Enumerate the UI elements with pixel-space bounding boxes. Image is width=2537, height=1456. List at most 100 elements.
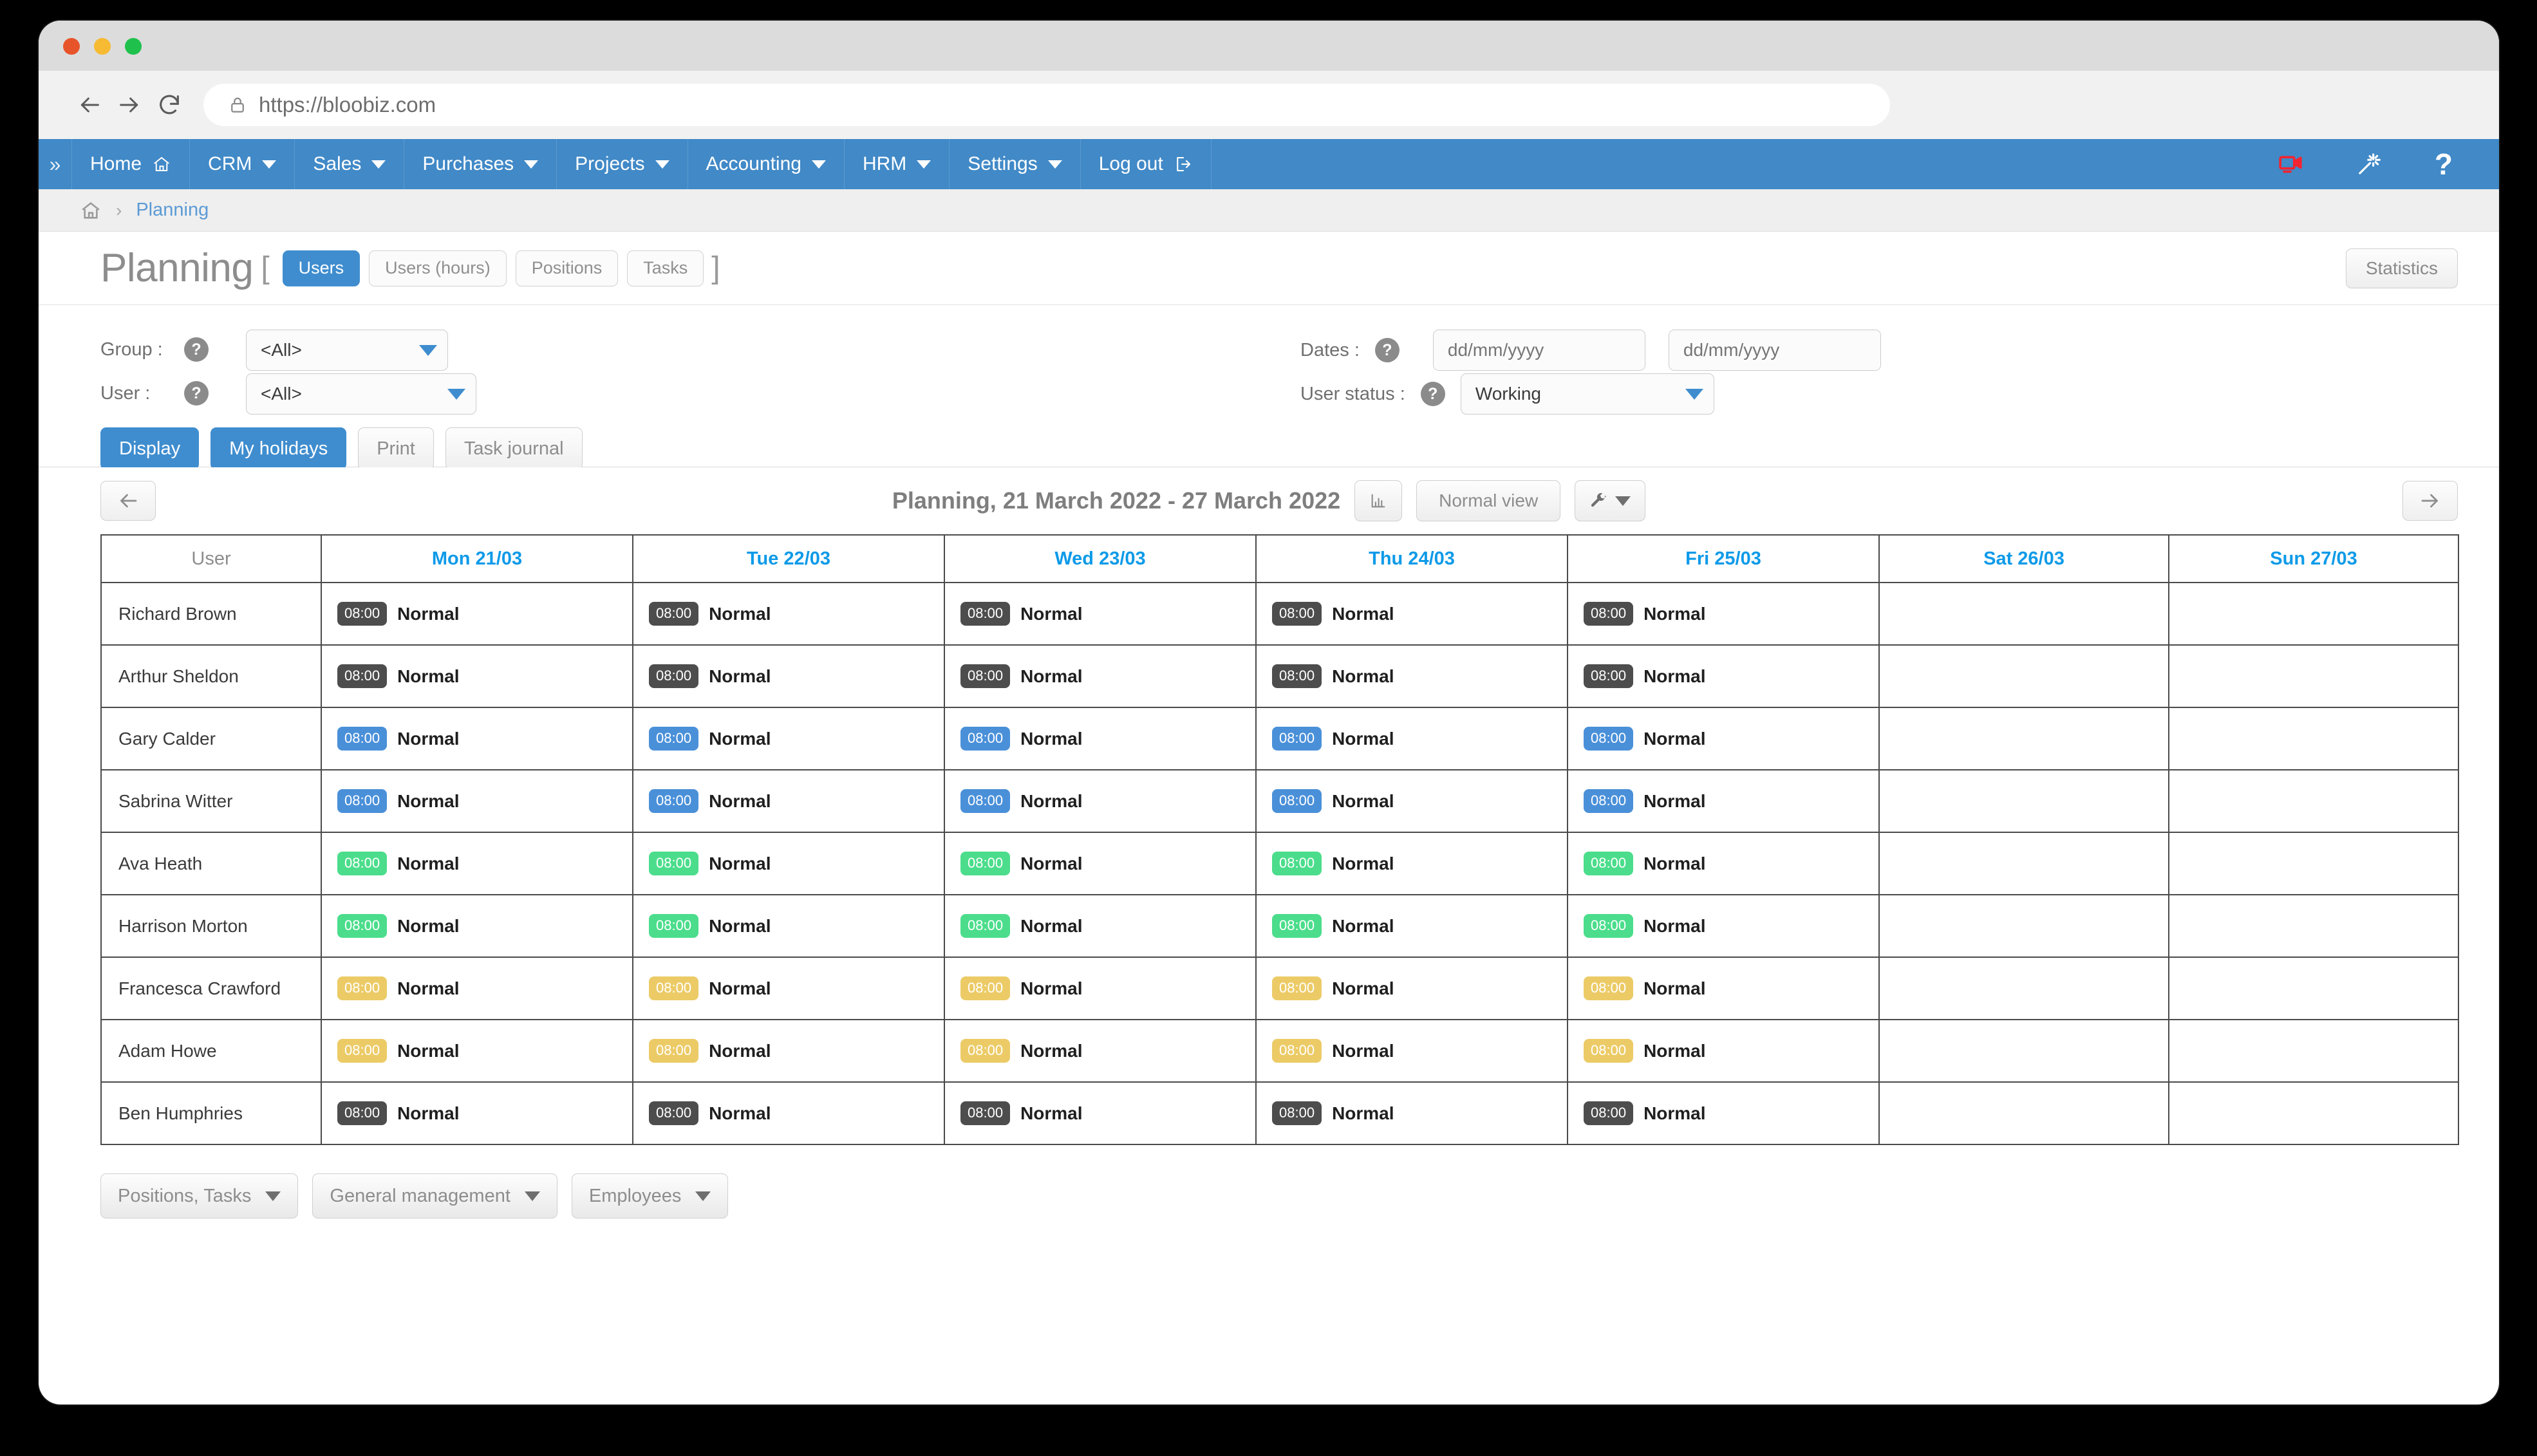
schedule-entry[interactable]: 08:00 Normal xyxy=(649,1101,944,1125)
schedule-cell[interactable]: 08:00 Normal xyxy=(1567,957,1880,1020)
schedule-cell[interactable]: 08:00 Normal xyxy=(1567,832,1880,895)
task-journal-button[interactable]: Task journal xyxy=(445,427,583,470)
schedule-cell[interactable]: 08:00 Normal xyxy=(632,894,945,958)
question-mark-icon[interactable]: ? xyxy=(1420,382,1445,406)
schedule-cell[interactable]: 08:00 Normal xyxy=(321,769,633,833)
question-mark-icon[interactable]: ? xyxy=(1374,338,1400,362)
print-button[interactable]: Print xyxy=(358,427,434,470)
date-from-input[interactable] xyxy=(1433,330,1645,370)
general-management-dropdown[interactable]: General management xyxy=(312,1173,557,1218)
nav-item-settings[interactable]: Settings xyxy=(950,139,1081,189)
schedule-cell[interactable]: 08:00 Normal xyxy=(1255,769,1568,833)
schedule-entry[interactable]: 08:00 Normal xyxy=(1584,1101,1878,1125)
schedule-cell[interactable]: 08:00 Normal xyxy=(321,707,633,770)
schedule-cell[interactable]: 08:00 Normal xyxy=(1255,1019,1568,1083)
nav-item-projects[interactable]: Projects xyxy=(557,139,688,189)
schedule-entry[interactable]: 08:00 Normal xyxy=(960,664,1255,688)
magic-wand-icon[interactable] xyxy=(2356,151,2382,177)
schedule-entry[interactable]: 08:00 Normal xyxy=(337,602,632,626)
schedule-entry[interactable]: 08:00 Normal xyxy=(649,664,944,688)
my-holidays-button[interactable]: My holidays xyxy=(211,427,347,470)
nav-item-hrm[interactable]: HRM xyxy=(845,139,950,189)
schedule-entry[interactable]: 08:00 Normal xyxy=(1584,664,1878,688)
schedule-cell[interactable]: 08:00 Normal xyxy=(1567,894,1880,958)
schedule-entry[interactable]: 08:00 Normal xyxy=(649,789,944,813)
schedule-entry[interactable]: 08:00 Normal xyxy=(1272,789,1567,813)
tab-users-hours[interactable]: Users (hours) xyxy=(369,250,507,286)
breadcrumb-current[interactable]: Planning xyxy=(136,200,209,221)
date-to-input[interactable] xyxy=(1669,330,1880,370)
schedule-cell[interactable]: 08:00 Normal xyxy=(321,832,633,895)
schedule-entry[interactable]: 08:00 Normal xyxy=(1272,914,1567,938)
schedule-entry[interactable]: 08:00 Normal xyxy=(960,727,1255,751)
schedule-entry[interactable]: 08:00 Normal xyxy=(337,1039,632,1063)
schedule-cell[interactable]: 08:00 Normal xyxy=(632,769,945,833)
nav-item-purchases[interactable]: Purchases xyxy=(404,139,557,189)
normal-view-button[interactable]: Normal view xyxy=(1416,480,1561,521)
double-chevron-right-icon[interactable]: » xyxy=(39,139,72,189)
window-minimize-button[interactable] xyxy=(94,38,111,55)
video-camera-icon[interactable] xyxy=(2278,151,2303,177)
schedule-entry[interactable]: 08:00 Normal xyxy=(1584,914,1878,938)
back-arrow-icon[interactable] xyxy=(70,85,109,125)
chart-view-button[interactable] xyxy=(1354,480,1403,521)
schedule-entry[interactable]: 08:00 Normal xyxy=(649,852,944,875)
schedule-cell[interactable]: 08:00 Normal xyxy=(632,1019,945,1083)
statistics-button[interactable]: Statistics xyxy=(2345,248,2458,288)
schedule-cell[interactable]: 08:00 Normal xyxy=(632,582,945,646)
schedule-entry[interactable]: 08:00 Normal xyxy=(960,1101,1255,1125)
tools-dropdown-button[interactable] xyxy=(1575,480,1646,521)
schedule-cell[interactable]: 08:00 Normal xyxy=(944,1019,1257,1083)
address-bar[interactable]: https://bloobiz.com xyxy=(203,84,1890,126)
tab-users[interactable]: Users xyxy=(282,250,360,286)
schedule-cell[interactable]: 08:00 Normal xyxy=(944,582,1257,646)
schedule-entry[interactable]: 08:00 Normal xyxy=(1272,664,1567,688)
schedule-entry[interactable]: 08:00 Normal xyxy=(960,914,1255,938)
schedule-entry[interactable]: 08:00 Normal xyxy=(1584,976,1878,1000)
question-mark-icon[interactable]: ? xyxy=(184,337,209,362)
schedule-entry[interactable]: 08:00 Normal xyxy=(960,852,1255,875)
schedule-entry[interactable]: 08:00 Normal xyxy=(1584,727,1878,751)
schedule-entry[interactable]: 08:00 Normal xyxy=(1272,602,1567,626)
forward-arrow-icon[interactable] xyxy=(109,85,149,125)
schedule-entry[interactable]: 08:00 Normal xyxy=(649,976,944,1000)
schedule-entry[interactable]: 08:00 Normal xyxy=(960,602,1255,626)
schedule-cell[interactable]: 08:00 Normal xyxy=(944,769,1257,833)
schedule-cell[interactable]: 08:00 Normal xyxy=(1255,1081,1568,1145)
schedule-cell[interactable]: 08:00 Normal xyxy=(321,582,633,646)
user-status-select[interactable]: Working xyxy=(1460,373,1714,415)
group-select[interactable]: <All> xyxy=(246,330,448,371)
schedule-cell[interactable]: 08:00 Normal xyxy=(1567,1081,1880,1145)
schedule-cell[interactable]: 08:00 Normal xyxy=(321,894,633,958)
nav-item-accounting[interactable]: Accounting xyxy=(688,139,845,189)
schedule-cell[interactable]: 08:00 Normal xyxy=(944,894,1257,958)
tab-positions[interactable]: Positions xyxy=(515,250,619,286)
schedule-entry[interactable]: 08:00 Normal xyxy=(337,914,632,938)
schedule-cell[interactable]: 08:00 Normal xyxy=(944,707,1257,770)
schedule-entry[interactable]: 08:00 Normal xyxy=(649,602,944,626)
schedule-entry[interactable]: 08:00 Normal xyxy=(1272,852,1567,875)
schedule-entry[interactable]: 08:00 Normal xyxy=(1272,1039,1567,1063)
positions-tasks-dropdown[interactable]: Positions, Tasks xyxy=(100,1173,299,1218)
next-week-button[interactable] xyxy=(2402,481,2458,521)
schedule-entry[interactable]: 08:00 Normal xyxy=(337,789,632,813)
schedule-cell[interactable]: 08:00 Normal xyxy=(632,644,945,708)
window-maximize-button[interactable] xyxy=(125,38,142,55)
nav-item-logout[interactable]: Log out xyxy=(1081,139,1212,189)
schedule-cell[interactable]: 08:00 Normal xyxy=(1255,957,1568,1020)
schedule-cell[interactable]: 08:00 Normal xyxy=(632,707,945,770)
nav-item-crm[interactable]: CRM xyxy=(190,139,295,189)
schedule-entry[interactable]: 08:00 Normal xyxy=(337,1101,632,1125)
user-select[interactable]: <All> xyxy=(246,373,476,415)
schedule-cell[interactable]: 08:00 Normal xyxy=(1567,769,1880,833)
schedule-cell[interactable]: 08:00 Normal xyxy=(1255,582,1568,646)
schedule-entry[interactable]: 08:00 Normal xyxy=(1584,1039,1878,1063)
schedule-entry[interactable]: 08:00 Normal xyxy=(337,976,632,1000)
schedule-entry[interactable]: 08:00 Normal xyxy=(649,727,944,751)
schedule-cell[interactable]: 08:00 Normal xyxy=(632,957,945,1020)
employees-dropdown[interactable]: Employees xyxy=(571,1173,729,1218)
schedule-entry[interactable]: 08:00 Normal xyxy=(1584,602,1878,626)
schedule-entry[interactable]: 08:00 Normal xyxy=(337,664,632,688)
schedule-entry[interactable]: 08:00 Normal xyxy=(960,976,1255,1000)
schedule-entry[interactable]: 08:00 Normal xyxy=(649,914,944,938)
